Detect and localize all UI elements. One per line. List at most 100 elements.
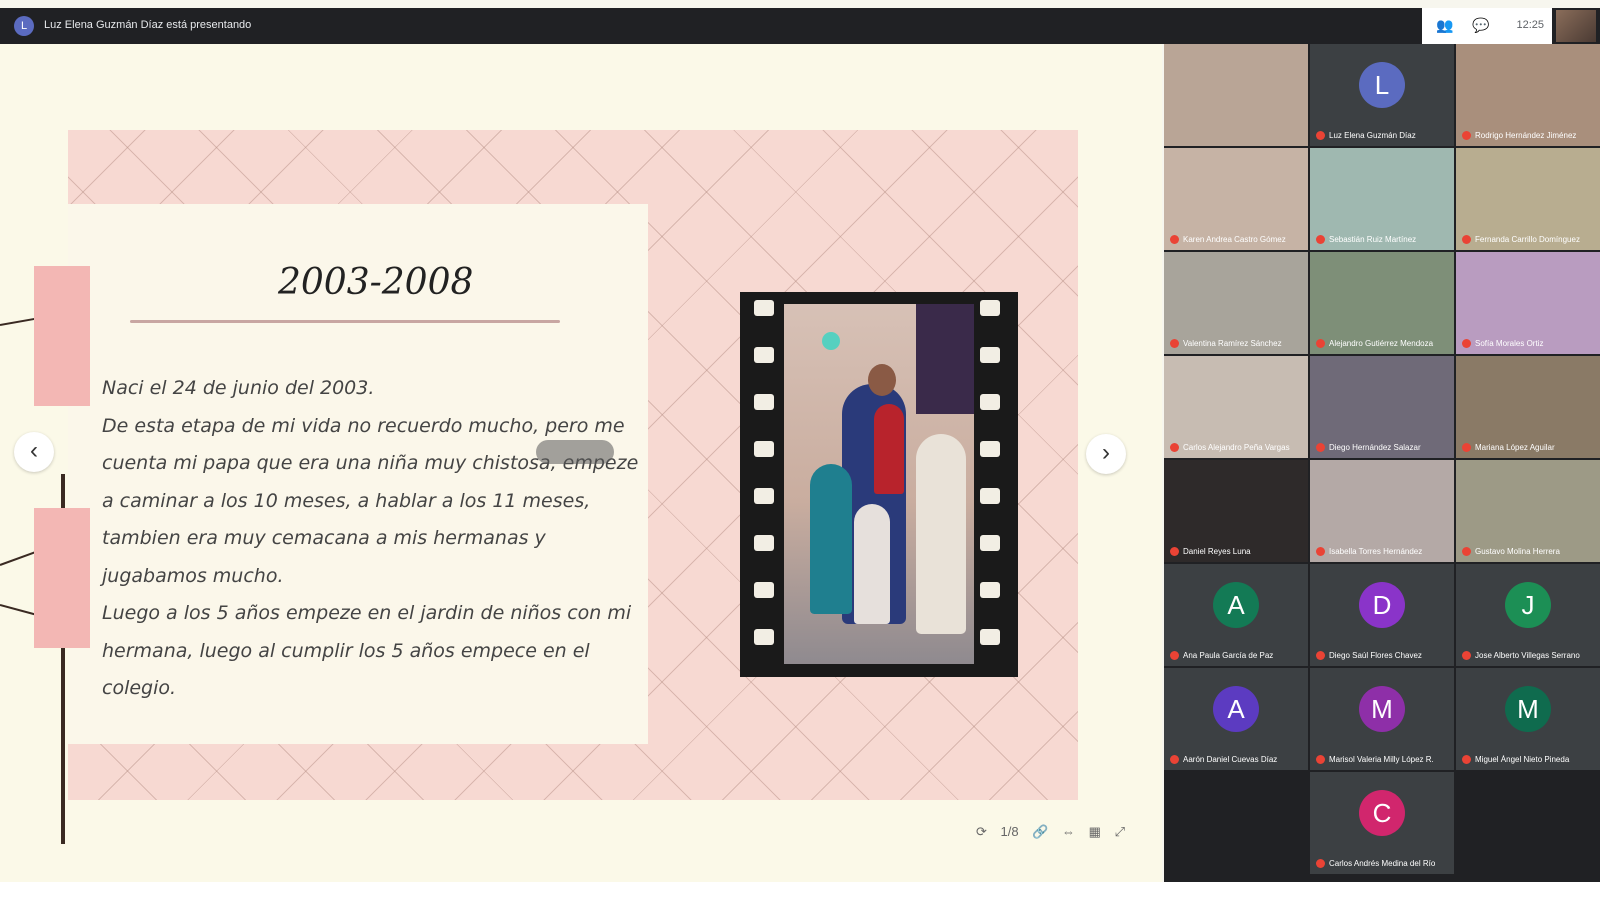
participant-tile[interactable]: Valentina Ramírez Sánchez	[1164, 252, 1308, 354]
participant-name: Diego Saúl Flores Chavez	[1316, 651, 1450, 660]
presenting-banner: L Luz Elena Guzmán Díaz está presentando…	[0, 8, 1600, 44]
muted-mic-icon	[1316, 651, 1325, 660]
participant-name: Luz Elena Guzmán Díaz	[1316, 131, 1450, 140]
participant-name-label: Luz Elena Guzmán Díaz	[1329, 130, 1416, 140]
participant-grid: L Luz Elena Guzmán Díaz Rodrigo Hernández …	[1164, 44, 1600, 882]
participant-name-label: Gustavo Molina Herrera	[1475, 546, 1560, 556]
participant-name-label: Isabella Torres Hernández	[1329, 546, 1423, 556]
participant-tile[interactable]: Diego Hernández Salazar	[1310, 356, 1454, 458]
muted-mic-icon	[1462, 651, 1471, 660]
participant-avatar: A	[1213, 582, 1259, 628]
bottom-strip	[0, 882, 1600, 900]
tape-decoration	[34, 508, 90, 648]
muted-mic-icon	[1170, 547, 1179, 556]
slide-title: 2003-2008	[278, 262, 474, 303]
participant-avatar: M	[1359, 686, 1405, 732]
participant-tile[interactable]	[1164, 44, 1308, 146]
participant-name-label: Carlos Andrés Medina del Río	[1329, 858, 1436, 868]
participant-tile[interactable]: Mariana López Aguilar	[1456, 356, 1600, 458]
participant-name-label: Sebastián Ruiz Martínez	[1329, 234, 1417, 244]
presentation-stage: 2003-2008 Naci el 24 de junio del 2003. …	[0, 44, 1162, 882]
next-slide-button[interactable]: ›	[1086, 434, 1126, 474]
participant-tile[interactable]: M Miguel Ángel Nieto Pineda	[1456, 668, 1600, 770]
participant-name: Jose Alberto Villegas Serrano	[1462, 651, 1596, 660]
muted-mic-icon	[1316, 443, 1325, 452]
muted-mic-icon	[1316, 859, 1325, 868]
participant-name-label: Rodrigo Hernández Jiménez	[1475, 130, 1577, 140]
paragraph-3: Luego a los 5 años empeze en el jardin d…	[102, 602, 632, 699]
participant-name-label: Fernanda Carrillo Domínguez	[1475, 234, 1580, 244]
meeting-clock: 12:25	[1516, 19, 1544, 31]
participant-name-label: Daniel Reyes Luna	[1183, 546, 1251, 556]
participant-name-label: Aarón Daniel Cuevas Díaz	[1183, 754, 1278, 764]
muted-mic-icon	[1462, 235, 1471, 244]
participant-name: Miguel Ángel Nieto Pineda	[1462, 755, 1596, 764]
participant-tile[interactable]: Sebastián Ruiz Martínez	[1310, 148, 1454, 250]
participant-name: Diego Hernández Salazar	[1316, 443, 1450, 452]
participant-tile[interactable]: A Ana Paula García de Paz	[1164, 564, 1308, 666]
previous-slide-button[interactable]: ‹	[14, 432, 54, 472]
participant-name: Valentina Ramírez Sánchez	[1170, 339, 1304, 348]
participant-tile[interactable]: Rodrigo Hernández Jiménez	[1456, 44, 1600, 146]
muted-mic-icon	[1316, 235, 1325, 244]
participant-name-label: Mariana López Aguilar	[1475, 442, 1555, 452]
film-strip-photo	[740, 292, 1018, 677]
participant-name-label: Karen Andrea Castro Gómez	[1183, 234, 1286, 244]
participant-tile[interactable]: Isabella Torres Hernández	[1310, 460, 1454, 562]
participant-tile[interactable]: M Marisol Valeria Milly López R.	[1310, 668, 1454, 770]
film-holes-left	[754, 300, 778, 670]
fit-width-icon[interactable]: ⇔	[1062, 824, 1075, 839]
muted-mic-icon	[1462, 755, 1471, 764]
slide: 2003-2008 Naci el 24 de junio del 2003. …	[68, 130, 1078, 800]
participant-name-label: Marisol Valeria Milly López R.	[1329, 754, 1434, 764]
grid-icon[interactable]: ▦	[1089, 824, 1101, 840]
refresh-icon[interactable]: ⟳	[976, 824, 987, 840]
self-view-thumbnail[interactable]	[1556, 10, 1596, 42]
participant-name-label: Valentina Ramírez Sánchez	[1183, 338, 1282, 348]
participant-tile[interactable]: Gustavo Molina Herrera	[1456, 460, 1600, 562]
fullscreen-icon[interactable]: ⤢	[1115, 824, 1125, 840]
participant-name: Carlos Andrés Medina del Río	[1316, 859, 1450, 868]
muted-mic-icon	[1316, 339, 1325, 348]
muted-mic-icon	[1170, 339, 1179, 348]
participant-name-label: Carlos Alejandro Peña Vargas	[1183, 442, 1290, 452]
presenter-banner-text: Luz Elena Guzmán Díaz está presentando	[44, 19, 252, 31]
link-icon[interactable]: 🔗	[1032, 824, 1048, 840]
participant-name: Karen Andrea Castro Gómez	[1170, 235, 1304, 244]
participant-tile[interactable]: Karen Andrea Castro Gómez	[1164, 148, 1308, 250]
paragraph-1: Naci el 24 de junio del 2003.	[102, 377, 375, 399]
muted-mic-icon	[1170, 235, 1179, 244]
participant-tile[interactable]: L Luz Elena Guzmán Díaz	[1310, 44, 1454, 146]
participant-name: Sebastián Ruiz Martínez	[1316, 235, 1450, 244]
people-icon[interactable]: 👥	[1436, 17, 1453, 34]
participant-tile[interactable]: C Carlos Andrés Medina del Río	[1310, 772, 1454, 874]
participant-name-label: Sofía Morales Ortiz	[1475, 338, 1544, 348]
muted-mic-icon	[1462, 547, 1471, 556]
participant-name: Carlos Alejandro Peña Vargas	[1170, 443, 1304, 452]
participant-tile[interactable]: D Diego Saúl Flores Chavez	[1310, 564, 1454, 666]
participant-tile[interactable]: A Aarón Daniel Cuevas Díaz	[1164, 668, 1308, 770]
participant-tile[interactable]: Carlos Alejandro Peña Vargas	[1164, 356, 1308, 458]
muted-mic-icon	[1170, 755, 1179, 764]
slide-overlay-controls[interactable]	[536, 440, 614, 464]
top-right-controls: 👥 💬 12:25	[1422, 8, 1552, 44]
participant-avatar: L	[1359, 62, 1405, 108]
participant-tile[interactable]: Fernanda Carrillo Domínguez	[1456, 148, 1600, 250]
tape-decoration	[34, 266, 90, 406]
participant-name: Daniel Reyes Luna	[1170, 547, 1304, 556]
participant-tile[interactable]: Sofía Morales Ortiz	[1456, 252, 1600, 354]
participant-name: Ana Paula García de Paz	[1170, 651, 1304, 660]
chat-icon[interactable]: 💬	[1472, 17, 1489, 34]
presenter-avatar: L	[14, 16, 34, 36]
participant-tile[interactable]: J Jose Alberto Villegas Serrano	[1456, 564, 1600, 666]
participant-name: Fernanda Carrillo Domínguez	[1462, 235, 1596, 244]
participant-tile[interactable]: Daniel Reyes Luna	[1164, 460, 1308, 562]
muted-mic-icon	[1462, 339, 1471, 348]
participant-name: Marisol Valeria Milly López R.	[1316, 755, 1450, 764]
participant-name: Aarón Daniel Cuevas Díaz	[1170, 755, 1304, 764]
participant-name-label: Jose Alberto Villegas Serrano	[1475, 650, 1580, 660]
participant-avatar: A	[1213, 686, 1259, 732]
participant-tile[interactable]: Alejandro Gutiérrez Mendoza	[1310, 252, 1454, 354]
title-underline	[130, 320, 560, 323]
participant-name-label: Alejandro Gutiérrez Mendoza	[1329, 338, 1434, 348]
